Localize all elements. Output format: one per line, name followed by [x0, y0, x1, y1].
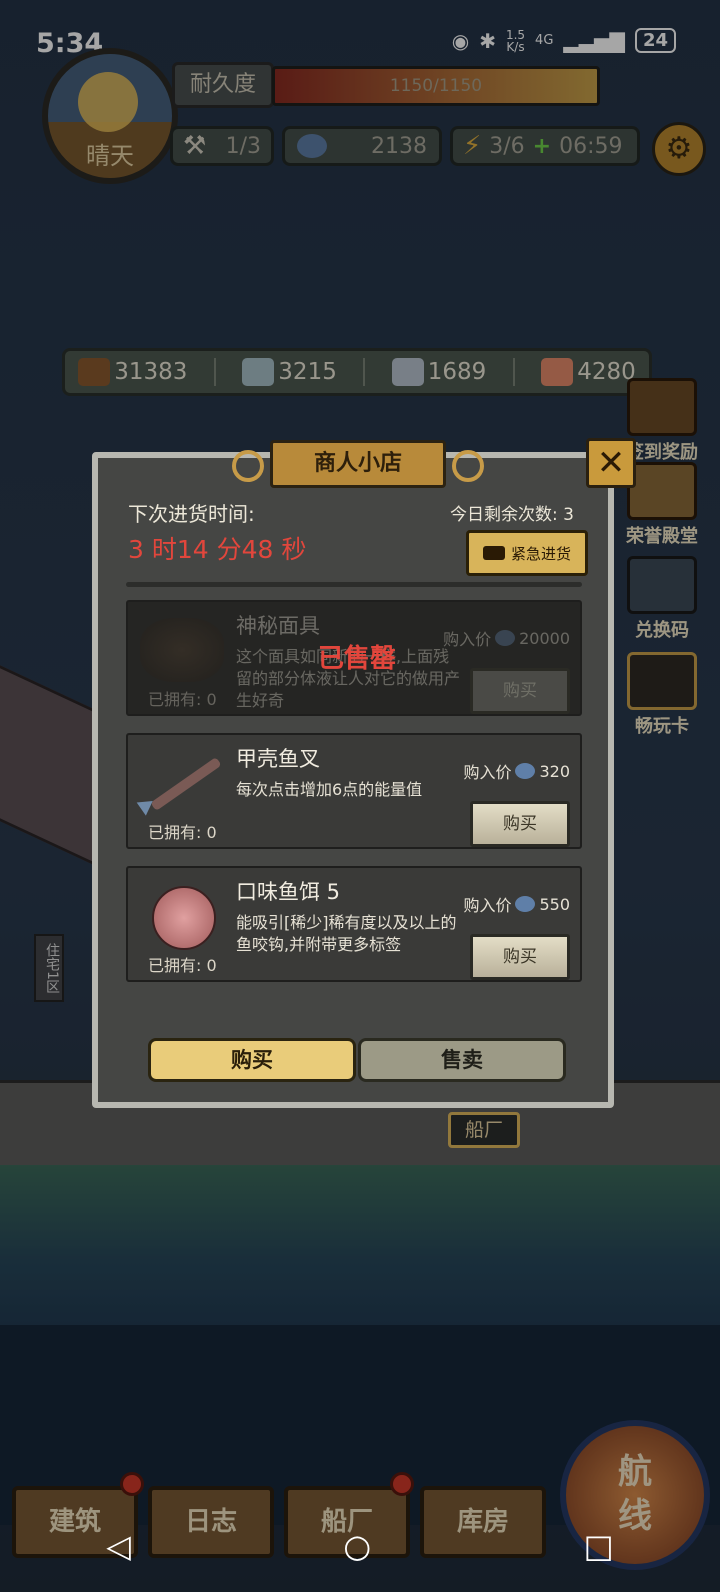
urgent-restock-button[interactable]: 紧急进货 [466, 530, 588, 576]
divider [126, 582, 582, 587]
recents-icon[interactable]: □ [584, 1527, 614, 1565]
shop-item-shell-harpoon: 甲壳鱼叉 每次点击增加6点的能量值 已拥有: 0 购入价 320 购买 [126, 733, 582, 849]
shop-item-flavor-bait: 口味鱼饵 5 能吸引[稀少]稀有度以及以上的鱼咬钩,并附带更多标签 已拥有: 0… [126, 866, 582, 982]
dialog-title: 商人小店 [270, 440, 446, 488]
shell-icon [495, 630, 516, 646]
item-owned: 已拥有: 0 [148, 690, 217, 709]
price-value: 320 [539, 761, 570, 781]
mask-icon [140, 618, 224, 682]
shop-item-mysterious-mask: 神秘面具 这个面具如同新的一样,上面残留的部分体液让人对它的做用产生好奇 已拥有… [126, 600, 582, 716]
restock-label: 下次进货时间: [128, 502, 255, 526]
urgent-restock-label: 紧急进货 [510, 544, 571, 563]
harpoon-icon [136, 751, 224, 816]
item-name: 神秘面具 [236, 614, 320, 638]
item-name: 甲壳鱼叉 [236, 747, 320, 771]
close-icon[interactable]: ✕ [586, 438, 636, 488]
buy-button: 购买 [470, 668, 570, 714]
home-icon[interactable]: ○ [343, 1527, 371, 1565]
tab-sell[interactable]: 售卖 [358, 1038, 566, 1082]
item-price: 购入价 550 [463, 892, 570, 916]
chain-ring [232, 450, 264, 482]
item-price: 购入价 320 [463, 759, 570, 783]
price-label: 购入价 [463, 763, 512, 782]
item-name: 口味鱼饵 5 [236, 880, 341, 904]
price-label: 购入价 [443, 630, 492, 649]
item-description: 能吸引[稀少]稀有度以及以上的鱼咬钩,并附带更多标签 [236, 913, 457, 954]
back-icon[interactable]: ◁ [106, 1527, 131, 1565]
system-navigation: ◁ ○ □ [0, 1500, 720, 1592]
tab-buy[interactable]: 购买 [148, 1038, 356, 1082]
shell-icon [515, 763, 536, 779]
price-value: 20000 [519, 628, 570, 648]
price-label: 购入价 [463, 896, 512, 915]
item-owned: 已拥有: 0 [148, 823, 217, 842]
restock-timer: 3 时14 分48 秒 [128, 535, 307, 564]
remaining-count: 今日剩余次数: 3 [450, 505, 574, 525]
sold-out-label: 已售罄 [318, 644, 397, 674]
video-camera-icon [482, 546, 505, 560]
item-owned: 已拥有: 0 [148, 956, 217, 975]
bait-icon [140, 884, 224, 950]
chain-ring [452, 450, 484, 482]
buy-button[interactable]: 购买 [470, 801, 570, 847]
price-value: 550 [539, 894, 570, 914]
shell-icon [515, 896, 536, 912]
item-description: 每次点击增加6点的能量值 [236, 780, 423, 799]
item-price: 购入价 20000 [443, 626, 570, 650]
buy-button[interactable]: 购买 [470, 934, 570, 980]
